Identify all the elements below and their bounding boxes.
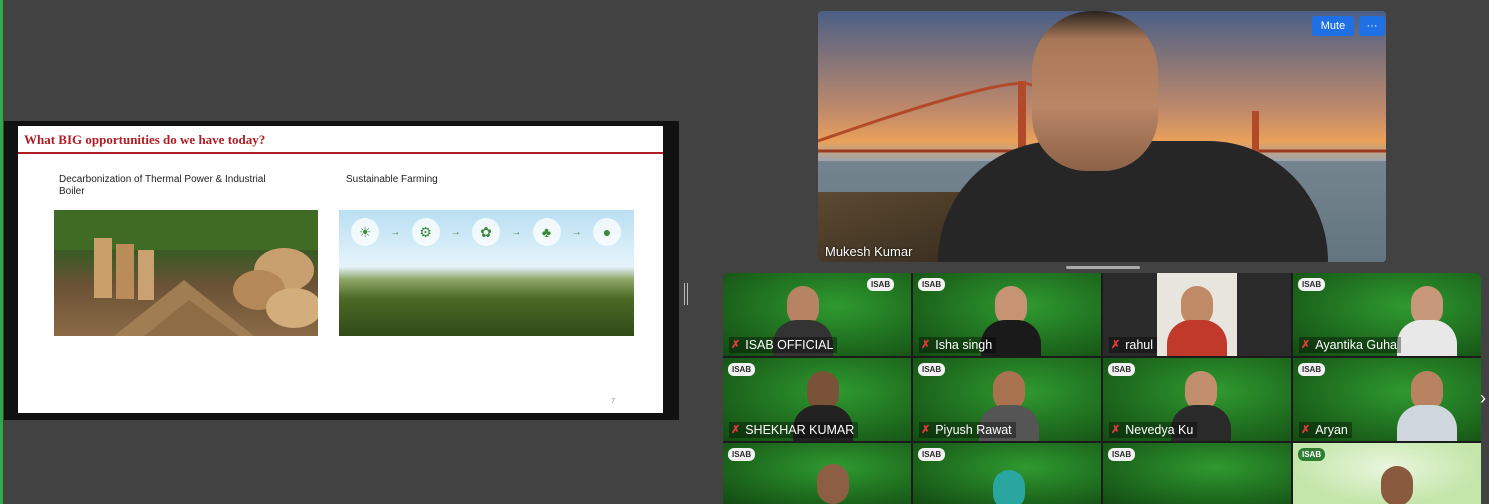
isab-logo: ISAB — [1108, 363, 1136, 376]
more-options-button[interactable]: ··· — [1359, 16, 1385, 36]
biomass-pellets-image — [54, 210, 318, 336]
isab-logo: ISAB — [1298, 278, 1326, 291]
participant-tile[interactable]: ISAB ✗ ISAB OFFICIAL — [723, 273, 911, 356]
slide-caption-sustainable-farming: Sustainable Farming — [346, 174, 438, 185]
resize-drag-bar[interactable] — [1066, 266, 1140, 269]
arrow-icon: → — [511, 226, 522, 238]
mic-off-icon: ✗ — [921, 424, 931, 436]
participant-name: Isha singh — [935, 338, 993, 352]
isab-logo: ISAB — [728, 448, 756, 461]
wheat-icon: ✿ — [472, 218, 500, 246]
slide-page-number: 7 — [611, 398, 615, 405]
split-view-handle[interactable] — [684, 283, 688, 305]
participant-name-tag: ✗ SHEKHAR KUMAR — [729, 422, 859, 438]
presentation-slide: What BIG opportunities do we have today?… — [18, 126, 663, 413]
slide-title: What BIG opportunities do we have today? — [24, 132, 266, 147]
participant-tile[interactable]: ISAB ✗ SHEKHAR KUMAR — [723, 358, 911, 441]
tractor-icon: ⚙ — [411, 218, 440, 246]
participant-tile[interactable]: ISAB ✗ Aryan — [1293, 358, 1481, 441]
water-drop-icon: ● — [593, 218, 621, 246]
isab-logo: ISAB — [867, 278, 895, 291]
participant-name: Piyush Rawat — [935, 423, 1012, 437]
farmer-icon: ♣ — [532, 218, 561, 246]
participant-name-tag: ✗ Ayantika Guha — [1299, 337, 1401, 353]
participant-gallery: ISAB ✗ ISAB OFFICIAL ISAB ✗ Isha singh ✗ ra… — [723, 273, 1481, 504]
participant-name-tag: ✗ Aryan — [1299, 422, 1352, 438]
participant-name-tag: ✗ Piyush Rawat — [919, 422, 1016, 438]
participant-tile[interactable]: ISAB — [723, 443, 911, 504]
slide-caption-decarbonization: Decarbonization of Thermal Power & Indus… — [59, 174, 266, 197]
participant-name-tag: ✗ Nevedya Ku — [1109, 422, 1198, 438]
avatar — [979, 470, 1039, 504]
mute-button[interactable]: Mute — [1312, 16, 1354, 36]
avatar — [1167, 286, 1227, 356]
mic-off-icon: ✗ — [1111, 339, 1121, 351]
slide-title-rule — [18, 152, 663, 154]
mic-off-icon: ✗ — [921, 339, 931, 351]
participant-tile[interactable]: ISAB — [913, 443, 1101, 504]
participant-tile[interactable]: ISAB ✗ Isha singh — [913, 273, 1101, 356]
mic-off-icon: ✗ — [1111, 424, 1121, 436]
avatar — [1367, 466, 1427, 504]
participant-tile[interactable]: ✗ rahul — [1103, 273, 1291, 356]
participant-tile[interactable]: ISAB — [1103, 443, 1291, 504]
speaker-name: Mukesh Kumar — [825, 244, 913, 259]
participant-name: rahul — [1125, 338, 1154, 352]
speaker-head — [1032, 11, 1158, 171]
isab-logo: ISAB — [1108, 448, 1136, 461]
participant-name-tag: ✗ rahul — [1109, 337, 1158, 353]
avatar — [1397, 286, 1457, 356]
active-speaker-video[interactable] — [818, 11, 1386, 262]
isab-logo: ISAB — [918, 278, 946, 291]
isab-logo: ISAB — [1298, 363, 1326, 376]
sun-icon: ☀ — [351, 218, 379, 246]
arrow-icon: → — [390, 226, 401, 238]
avatar — [1397, 371, 1457, 441]
participant-name: SHEKHAR KUMAR — [745, 423, 855, 437]
shared-screen[interactable]: What BIG opportunities do we have today?… — [4, 121, 679, 420]
participant-name: Aryan — [1315, 423, 1348, 437]
participant-name: ISAB OFFICIAL — [745, 338, 834, 352]
window-edge-accent — [0, 0, 3, 504]
chevron-right-icon[interactable]: › — [1480, 388, 1486, 409]
mic-off-icon: ✗ — [1301, 339, 1311, 351]
participant-tile[interactable]: ISAB ✗ Ayantika Guha — [1293, 273, 1481, 356]
isab-logo: ISAB — [1298, 448, 1326, 461]
participant-tile[interactable]: ISAB ✗ Piyush Rawat — [913, 358, 1101, 441]
participant-name: Ayantika Guha — [1315, 338, 1397, 352]
isab-logo: ISAB — [918, 448, 946, 461]
arrow-icon: → — [450, 226, 461, 238]
avatar — [803, 464, 863, 504]
isab-logo: ISAB — [918, 363, 946, 376]
participant-tile[interactable]: ISAB ✗ Nevedya Ku — [1103, 358, 1291, 441]
mic-off-icon: ✗ — [1301, 424, 1311, 436]
mic-off-icon: ✗ — [731, 424, 741, 436]
farming-process-flow: ☀ → ⚙ → ✿ → ♣ → ● — [351, 216, 621, 248]
isab-logo: ISAB — [728, 363, 756, 376]
participant-name-tag: ✗ ISAB OFFICIAL — [729, 337, 838, 353]
participant-name-tag: ✗ Isha singh — [919, 337, 997, 353]
farm-field-image: ☀ → ⚙ → ✿ → ♣ → ● — [339, 210, 634, 336]
arrow-icon: → — [571, 226, 582, 238]
participant-tile[interactable]: ISAB — [1293, 443, 1481, 504]
mic-off-icon: ✗ — [731, 339, 741, 351]
participant-name: Nevedya Ku — [1125, 423, 1194, 437]
